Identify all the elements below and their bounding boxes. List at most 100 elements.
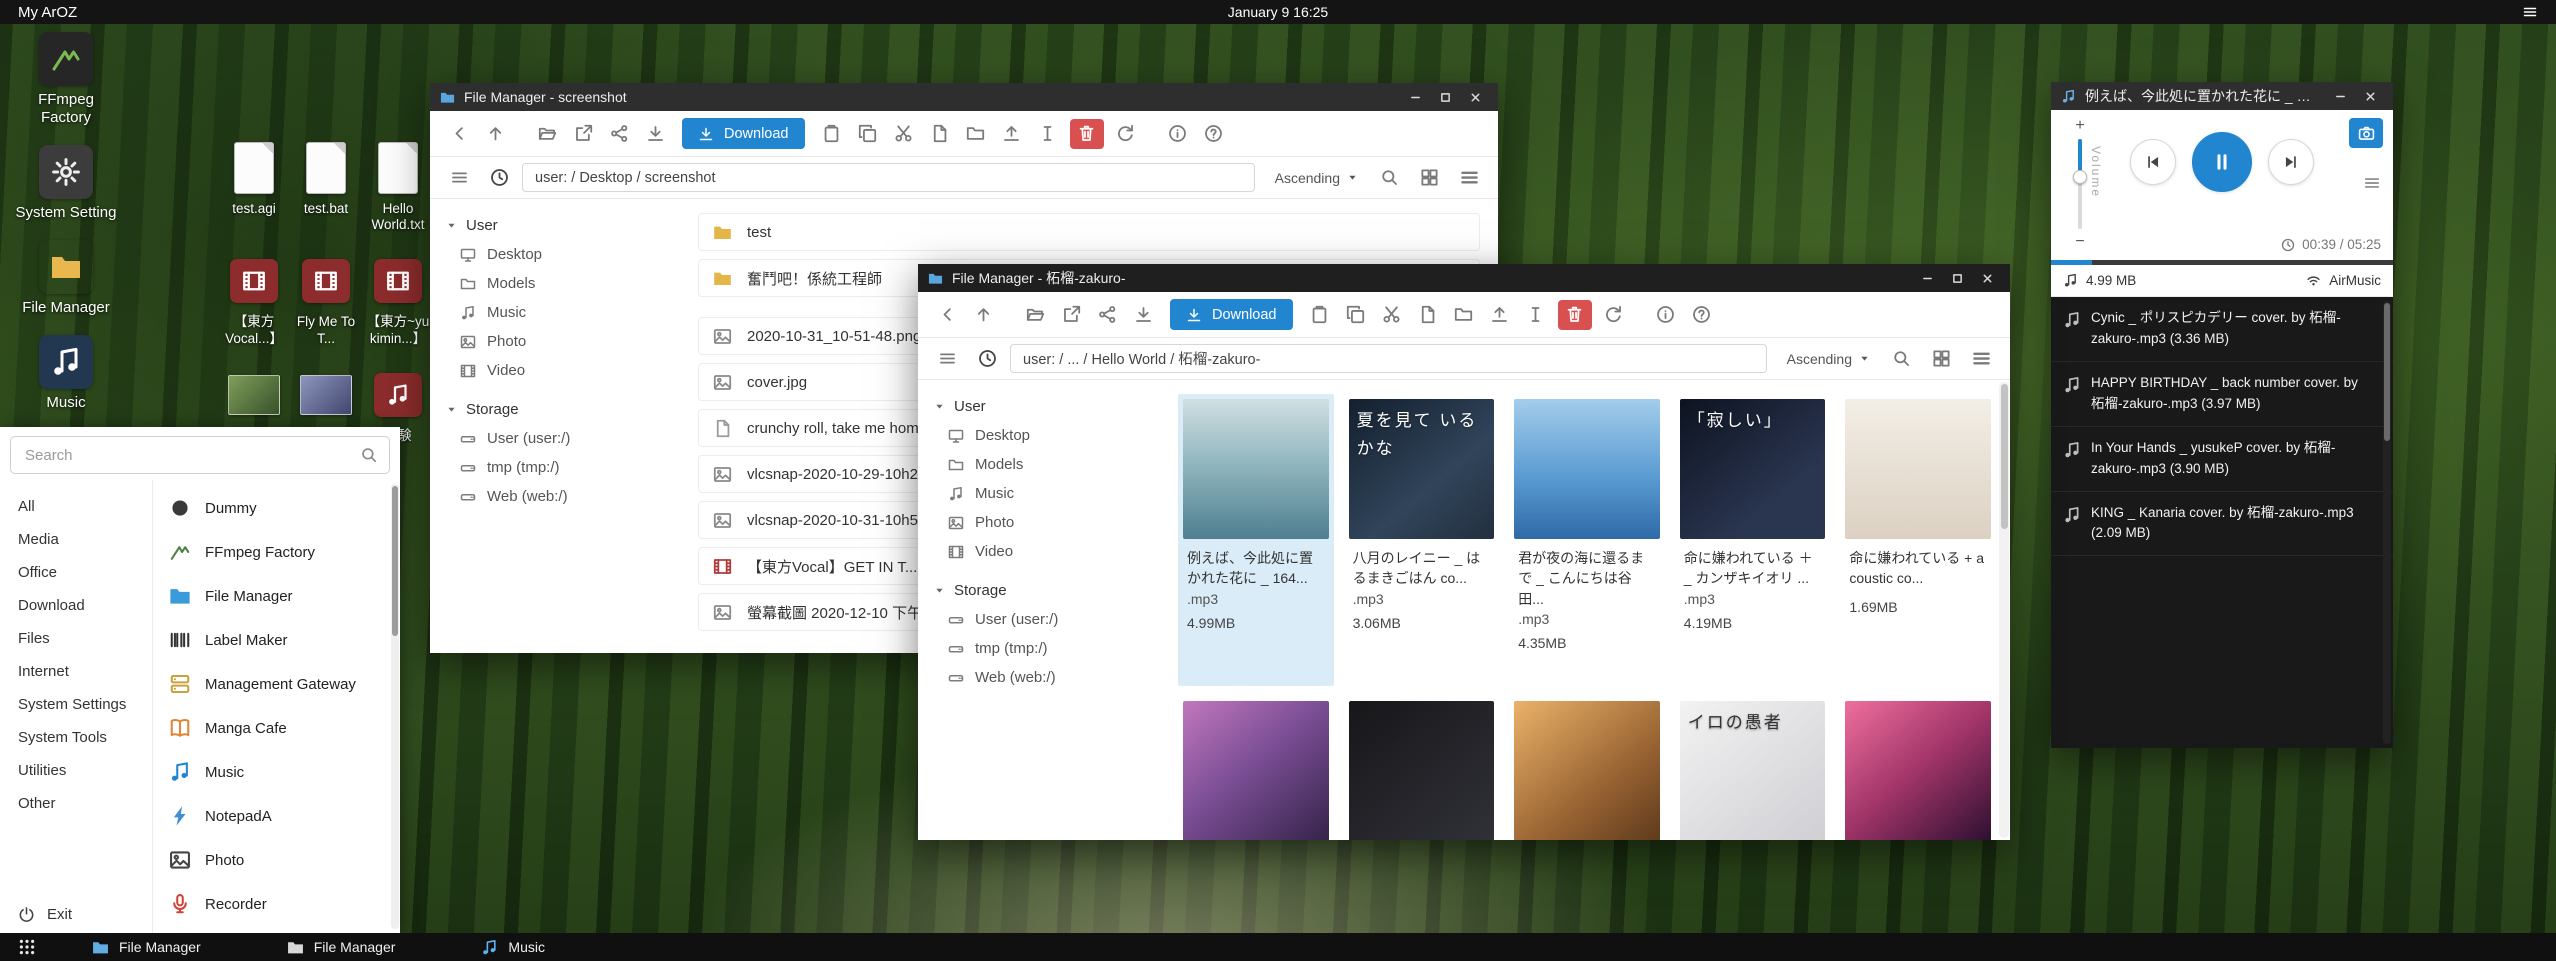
airmusic-badge[interactable]: AirMusic bbox=[2306, 273, 2381, 288]
maximize-button[interactable] bbox=[1944, 267, 1970, 289]
download-button[interactable]: Download bbox=[1170, 299, 1293, 330]
app-item-label-maker[interactable]: Label Maker bbox=[153, 618, 400, 662]
paste-button[interactable] bbox=[815, 119, 849, 149]
rename-button[interactable] bbox=[1519, 300, 1553, 330]
playlist-item[interactable]: In Your Hands _ yusukeP cover. by 柘榴-zak… bbox=[2051, 427, 2393, 492]
sidebar-section-user[interactable]: User bbox=[918, 392, 1168, 421]
app-item-ffmpeg-factory[interactable]: FFmpeg Factory bbox=[153, 530, 400, 574]
close-button[interactable] bbox=[1462, 86, 1488, 108]
new-file-button[interactable] bbox=[923, 119, 957, 149]
sidebar-item-user-drive[interactable]: User (user:/) bbox=[918, 605, 1168, 634]
sidebar-item-music[interactable]: Music bbox=[430, 298, 680, 327]
category-item[interactable]: System Tools bbox=[0, 721, 152, 754]
sort-dropdown[interactable]: Ascending bbox=[1787, 351, 1870, 367]
grid-scrollbar-thumb[interactable] bbox=[2001, 384, 2008, 529]
search-button[interactable] bbox=[1372, 163, 1406, 193]
refresh-button[interactable] bbox=[1597, 300, 1631, 330]
sidebar-section-user[interactable]: User bbox=[430, 211, 680, 240]
help-button[interactable] bbox=[1685, 300, 1719, 330]
sidebar-item-photo[interactable]: Photo bbox=[430, 327, 680, 356]
delete-button[interactable] bbox=[1070, 119, 1104, 149]
sidebar-item-tmp-drive[interactable]: tmp (tmp:/) bbox=[918, 634, 1168, 663]
cut-button[interactable] bbox=[887, 119, 921, 149]
minimize-button[interactable] bbox=[1914, 267, 1940, 289]
music-file-item[interactable]: イロの愚者 忘却感傷モノクローム... bbox=[1675, 696, 1831, 840]
category-item[interactable]: Other bbox=[0, 787, 152, 820]
sidebar-item-models[interactable]: Models bbox=[430, 269, 680, 298]
new-file-button[interactable] bbox=[1411, 300, 1445, 330]
up-button[interactable] bbox=[478, 119, 512, 149]
sidebar-item-music[interactable]: Music bbox=[918, 479, 1168, 508]
window-titlebar[interactable]: 例えば、今此処に置かれた花に _ 164 c... bbox=[2051, 82, 2393, 110]
new-folder-button[interactable] bbox=[959, 119, 993, 149]
download-file-button[interactable] bbox=[638, 119, 672, 149]
app-item-file-manager[interactable]: File Manager bbox=[153, 574, 400, 618]
toggle-list-button[interactable] bbox=[930, 344, 964, 374]
open-button[interactable] bbox=[1018, 300, 1052, 330]
launcher-ffmpeg-factory[interactable]: FFmpeg Factory bbox=[10, 32, 122, 127]
close-button[interactable] bbox=[2357, 85, 2383, 107]
maximize-button[interactable] bbox=[1432, 86, 1458, 108]
sidebar-item-desktop[interactable]: Desktop bbox=[918, 421, 1168, 450]
app-item-photo[interactable]: Photo bbox=[153, 838, 400, 882]
pause-button[interactable] bbox=[2192, 132, 2252, 192]
app-item-notepada[interactable]: NotepadA bbox=[153, 794, 400, 838]
file-row[interactable]: test bbox=[698, 213, 1480, 251]
sort-dropdown[interactable]: Ascending bbox=[1275, 170, 1358, 186]
music-file-item[interactable]: 君が夜の海に還るまで _ こんにちは谷田... .mp3 4.35MB bbox=[1509, 394, 1665, 686]
back-button[interactable] bbox=[930, 300, 964, 330]
window-titlebar[interactable]: File Manager - 柘榴-zakuro- bbox=[918, 264, 2010, 292]
snapshot-button[interactable] bbox=[2349, 118, 2383, 148]
taskbar-task[interactable]: File Manager bbox=[84, 933, 209, 961]
search-button[interactable] bbox=[1884, 344, 1918, 374]
copy-button[interactable] bbox=[851, 119, 885, 149]
properties-button[interactable] bbox=[1649, 300, 1683, 330]
new-folder-button[interactable] bbox=[1447, 300, 1481, 330]
copy-button[interactable] bbox=[1339, 300, 1373, 330]
share-button[interactable] bbox=[602, 119, 636, 149]
desktop-file[interactable]: 【東方~yu kimin...】 bbox=[362, 253, 434, 346]
sidebar-item-models[interactable]: Models bbox=[918, 450, 1168, 479]
help-button[interactable] bbox=[1197, 119, 1231, 149]
apps-button[interactable] bbox=[10, 938, 44, 956]
open-button[interactable] bbox=[530, 119, 564, 149]
category-item[interactable]: Download bbox=[0, 589, 152, 622]
sidebar-section-storage[interactable]: Storage bbox=[918, 576, 1168, 605]
cut-button[interactable] bbox=[1375, 300, 1409, 330]
player-menu-button[interactable] bbox=[2363, 174, 2381, 192]
grid-view-button[interactable] bbox=[1924, 344, 1958, 374]
launcher-file-manager[interactable]: File Manager bbox=[10, 240, 122, 317]
search-input[interactable] bbox=[10, 436, 390, 474]
upload-button[interactable] bbox=[995, 119, 1029, 149]
desktop-file[interactable]: test.bat bbox=[290, 140, 362, 233]
sidebar-section-storage[interactable]: Storage bbox=[430, 395, 680, 424]
category-item[interactable]: Media bbox=[0, 523, 152, 556]
playlist-item[interactable]: KING _ Kanaria cover. by 柘榴-zakuro-.mp3 … bbox=[2051, 492, 2393, 557]
exit-button[interactable]: Exit bbox=[0, 896, 152, 933]
app-item-recorder[interactable]: Recorder bbox=[153, 882, 400, 926]
music-file-item[interactable]: 四季折々に揺蕩い... bbox=[1178, 696, 1334, 840]
next-button[interactable] bbox=[2268, 139, 2314, 185]
desktop-file[interactable]: Fly Me To T... bbox=[290, 253, 362, 346]
download-button[interactable]: Download bbox=[682, 118, 805, 149]
app-item-dummy[interactable]: Dummy bbox=[153, 486, 400, 530]
delete-button[interactable] bbox=[1558, 300, 1592, 330]
category-item[interactable]: System Settings bbox=[0, 688, 152, 721]
list-view-button[interactable] bbox=[1452, 163, 1486, 193]
playlist-item[interactable]: HAPPY BIRTHDAY _ back number cover. by 柘… bbox=[2051, 362, 2393, 427]
playlist-item[interactable]: Cynic _ ポリスピカデリー cover. by 柘榴-zakuro-.mp… bbox=[2051, 297, 2393, 362]
paste-button[interactable] bbox=[1303, 300, 1337, 330]
upload-button[interactable] bbox=[1483, 300, 1517, 330]
topbar-menu-button[interactable] bbox=[2522, 4, 2538, 20]
app-item-management-gateway[interactable]: Management Gateway bbox=[153, 662, 400, 706]
desktop-file[interactable]: 【東方Vocal...】 bbox=[218, 253, 290, 346]
time-machine-button[interactable] bbox=[482, 163, 516, 193]
category-item[interactable]: All bbox=[0, 490, 152, 523]
breadcrumb[interactable]: user: / ... / Hello World / 柘榴-zakuro- bbox=[1010, 344, 1767, 373]
volume-slider[interactable]: + − bbox=[2069, 118, 2091, 250]
properties-button[interactable] bbox=[1161, 119, 1195, 149]
sidebar-item-video[interactable]: Video bbox=[918, 537, 1168, 566]
music-file-item[interactable]: 命に嫌われている + acoustic co... 1.69MB bbox=[1840, 394, 1996, 686]
music-file-item[interactable]: 夏を見て いるかな 八月のレイニー _ はるまきごはん co... .mp3 3… bbox=[1344, 394, 1500, 686]
category-item[interactable]: Office bbox=[0, 556, 152, 589]
